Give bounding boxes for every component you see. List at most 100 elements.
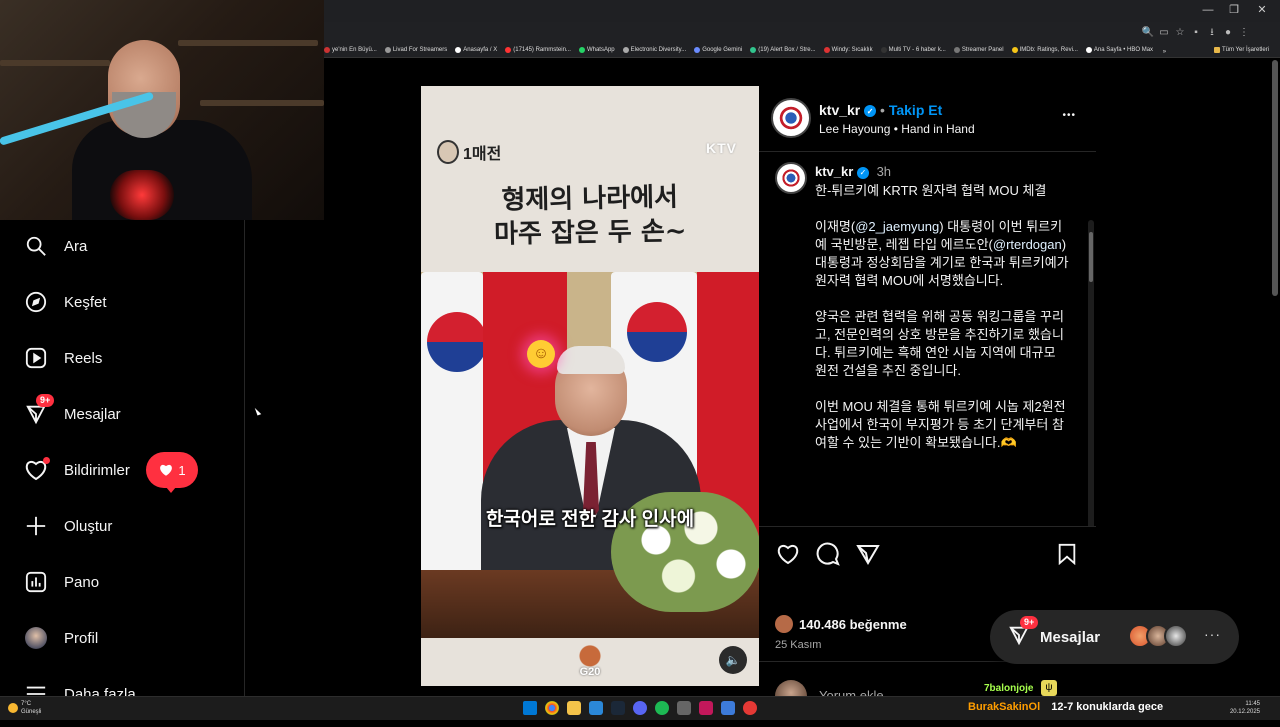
ktv-watermark: KTV: [706, 140, 737, 156]
sidebar-item-create[interactable]: Oluştur: [0, 504, 245, 548]
all-bookmarks-folder[interactable]: Tüm Yer İşaretleri: [1214, 42, 1270, 57]
bookmark-item[interactable]: Electronic Diversity...: [622, 42, 687, 57]
messages-float-label: Mesajlar: [1040, 628, 1101, 646]
app-taskbar-icon[interactable]: [721, 701, 735, 715]
sidebar-item-label: Bildirimler: [64, 461, 130, 479]
bookmark-item[interactable]: Livad For Streamers: [384, 42, 447, 57]
heart-icon: [24, 457, 50, 482]
likes-count[interactable]: 140.486 beğenme: [775, 615, 907, 633]
caption-username[interactable]: ktv_kr: [815, 164, 853, 179]
page-scrollbar[interactable]: [1272, 60, 1278, 296]
bookmark-item[interactable]: Windy: Sıcaklık: [823, 42, 873, 57]
liker-avatar: [775, 615, 793, 633]
save-button[interactable]: [1054, 541, 1080, 567]
messages-more-button[interactable]: ···: [1204, 626, 1221, 642]
bookmark-item[interactable]: Streamer Panel: [953, 42, 1004, 57]
header-username[interactable]: ktv_kr: [819, 102, 860, 118]
spotify-taskbar-icon[interactable]: [655, 701, 669, 715]
comment-button[interactable]: [815, 541, 841, 567]
mute-button[interactable]: 🔈: [719, 646, 747, 674]
bookmark-item[interactable]: IMDb: Ratings, Revi...: [1011, 42, 1078, 57]
system-clock[interactable]: 11:45 20.12.2025: [1230, 700, 1260, 716]
messages-floating-button[interactable]: 9+ Mesajlar ···: [990, 610, 1239, 664]
messenger-icon: 9+: [1008, 615, 1039, 651]
shelf: [0, 60, 110, 66]
sidebar-item-reels[interactable]: Reels: [0, 336, 245, 380]
mention-link[interactable]: @rterdogan: [993, 237, 1062, 252]
bookmark-favicon-icon: [622, 47, 629, 53]
app-taskbar-icon[interactable]: [677, 701, 691, 715]
close-window-button[interactable]: ✕: [1250, 2, 1274, 18]
weather-text: Güneşli: [21, 709, 42, 715]
bookmark-item[interactable]: WhatsApp: [578, 42, 615, 57]
recent-chat-avatars: [1128, 624, 1188, 648]
sidebar-item-notifications[interactable]: Bildirimler 1: [0, 448, 245, 493]
mention-link[interactable]: @2_jaemyung: [855, 219, 939, 234]
more-options-button[interactable]: •••: [1062, 110, 1076, 121]
notification-count: 1: [178, 462, 186, 478]
compass-icon: [24, 290, 48, 314]
ticker-user: BurakSakinOl: [968, 701, 1041, 713]
sidebar-item-search[interactable]: Ara: [0, 224, 245, 268]
bookmark-item[interactable]: (17145) Rammstein...: [505, 42, 571, 57]
audio-attribution[interactable]: Lee Hayoung • Hand in Hand: [819, 122, 975, 136]
download-icon[interactable]: ⭳: [1204, 23, 1220, 43]
sidebar-item-messages[interactable]: 9+ Mesajlar: [0, 392, 245, 436]
steam-taskbar-icon[interactable]: [611, 701, 625, 715]
post-time: 3h: [876, 164, 892, 179]
bookmark-item[interactable]: Multi TV - 6 haber k...: [880, 42, 946, 57]
bookmark-favicon-icon: [880, 47, 887, 53]
follow-button[interactable]: Takip Et: [889, 102, 942, 118]
g20-logo: G20: [573, 644, 607, 678]
caption-avatar[interactable]: [775, 162, 807, 194]
sidebar-item-profile[interactable]: Profil: [0, 616, 245, 660]
cast-icon[interactable]: ▭: [1156, 23, 1172, 43]
chrome-taskbar-icon[interactable]: [545, 701, 559, 715]
bookmark-label: Streamer Panel: [961, 47, 1004, 53]
reel-video[interactable]: 1매전 KTV 형제의 나라에서 마주 잡은 두 손~ ☺ 한국어로 전한 감사…: [421, 86, 759, 686]
maximize-button[interactable]: ❐: [1222, 2, 1246, 18]
discord-taskbar-icon[interactable]: [633, 701, 647, 715]
app-taskbar-icon[interactable]: [699, 701, 713, 715]
notification-popup[interactable]: 1: [146, 452, 198, 493]
caricature-icon: [437, 140, 459, 164]
zoom-icon[interactable]: 🔍: [1140, 23, 1156, 43]
bookmark-item[interactable]: ye'nin En Büyü...: [324, 42, 377, 57]
browser-menu-icon[interactable]: ⋮: [1236, 23, 1252, 43]
app-taskbar-icon[interactable]: [589, 701, 603, 715]
ktv-logo-icon: [781, 168, 801, 188]
like-button[interactable]: [775, 541, 801, 567]
bookmark-star-icon[interactable]: ☆: [1172, 23, 1188, 43]
obs-taskbar-icon[interactable]: [743, 701, 757, 715]
file-explorer-icon[interactable]: [567, 701, 581, 715]
bookmark-label: (19) Alert Box / Stre...: [758, 47, 816, 53]
weather-widget[interactable]: 7°C Güneşli: [8, 700, 41, 716]
bookmark-favicon-icon: [324, 47, 330, 53]
video-scene: ☺ 한국어로 전한 감사 인사에: [421, 272, 759, 638]
share-button[interactable]: [855, 541, 881, 567]
bookmarks-overflow[interactable]: »: [1163, 44, 1166, 57]
start-button[interactable]: [523, 701, 537, 715]
mouse-cursor: [254, 406, 262, 416]
sidebar-item-explore[interactable]: Keşfet: [0, 280, 245, 324]
program-logo-text: 1매전: [463, 146, 502, 163]
bookmark-favicon-icon: [505, 47, 512, 53]
profile-icon[interactable]: ●: [1220, 23, 1236, 43]
extension-icon[interactable]: ▪: [1188, 23, 1204, 43]
bookmark-favicon-icon: [750, 47, 757, 53]
bookmark-label: Electronic Diversity...: [630, 47, 687, 53]
account-avatar[interactable]: [771, 98, 811, 138]
notification-dot: [43, 457, 50, 464]
bookmark-item[interactable]: Anasayfa / X: [455, 42, 497, 57]
video-title-card: 1매전 KTV 형제의 나라에서 마주 잡은 두 손~: [421, 86, 759, 272]
bookmark-item[interactable]: (19) Alert Box / Stre...: [750, 42, 816, 57]
video-footer: G20 🔈: [421, 638, 759, 686]
bookmark-item[interactable]: Ana Sayfa • HBO Max: [1085, 42, 1153, 57]
bookmark-label: Multi TV - 6 haber k...: [888, 47, 946, 53]
clock-date: 20.12.2025: [1229, 709, 1260, 715]
all-bookmarks-label: Tüm Yer İşaretleri: [1222, 47, 1270, 53]
caption-scrollbar-thumb[interactable]: [1089, 232, 1093, 282]
minimize-button[interactable]: —: [1196, 2, 1220, 18]
sidebar-item-dashboard[interactable]: Pano: [0, 560, 245, 604]
bookmark-item[interactable]: Google Gemini: [694, 42, 742, 57]
